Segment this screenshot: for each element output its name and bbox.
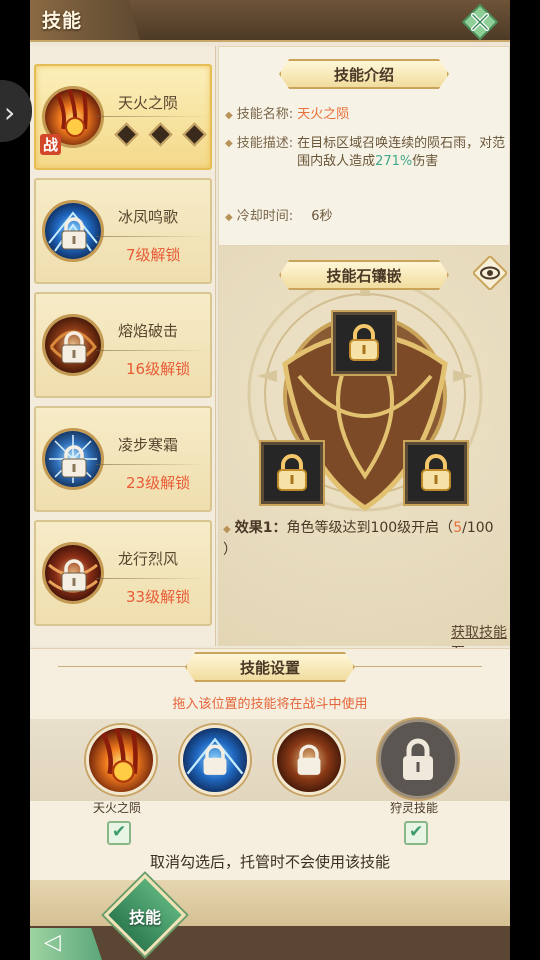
skill-card-tianhuo[interactable]: 战 天火之陨: [34, 64, 212, 170]
divider: [58, 666, 186, 667]
skill-name: 冰凤鸣歌: [118, 208, 179, 226]
back-arrow-icon: ◁: [44, 930, 61, 955]
lock-icon: [349, 324, 379, 361]
page-title: 技能: [42, 10, 83, 32]
skill-name: 龙行烈风: [118, 550, 179, 568]
stone-socket-right[interactable]: [405, 442, 467, 504]
cooldown-row: ◆ 冷却时间: 6秒: [225, 205, 333, 224]
auto-use-checkbox-4[interactable]: ✔: [404, 821, 428, 845]
skill-desc-text: 在目标区域召唤连续的陨石雨，对范围内敌人造成271%伤害: [297, 135, 507, 171]
skill-damage-percent: 271%: [375, 154, 413, 169]
lock-icon: [61, 217, 87, 250]
skill-name-row: ◆ 技能名称: 天火之陨: [225, 103, 349, 122]
skill-stone-panel: 技能石镶嵌 ◆ 效果1：角色等级达到100级开启（5/100 ） 获取技能: [218, 246, 510, 661]
top-bar: 技能: [30, 0, 510, 42]
equipped-slot-1[interactable]: [86, 725, 156, 795]
bullet-diamond-icon: ◆: [225, 110, 233, 121]
lock-icon: [277, 454, 307, 491]
effect-progress: 5: [453, 520, 463, 536]
edge-expand-arrow-button[interactable]: ›: [0, 80, 32, 142]
skill-icon-fire-meteor: [89, 728, 153, 792]
skill-card-bingfeng[interactable]: 冰凤鸣歌 7级解锁: [34, 178, 212, 284]
battle-badge: 战: [40, 134, 62, 155]
skill-name: 天火之陨: [118, 94, 179, 112]
cooldown-label: 冷却时间:: [236, 209, 294, 224]
close-icon[interactable]: [460, 2, 500, 42]
back-button[interactable]: ◁: [30, 928, 102, 960]
skill-icon-flame-strike: [277, 728, 341, 792]
skill-card-lingbu[interactable]: 凌步寒霜 23级解锁: [34, 406, 212, 512]
skill-name-value: 天火之陨: [297, 107, 350, 122]
divider: [96, 464, 208, 465]
bullet-diamond-icon: ◆: [225, 138, 233, 149]
skill-desc-part3: 伤害: [412, 154, 439, 169]
equipped-slot-2[interactable]: [180, 725, 250, 795]
skill-slot-bar: [30, 719, 510, 801]
check-icon: ✔: [112, 822, 127, 842]
nav-skill-label: 技能: [128, 908, 161, 927]
effect-total: /100: [462, 520, 494, 536]
cooldown-value: 6秒: [311, 209, 333, 224]
skill-desc-row: ◆ 技能描述: 在目标区域召唤连续的陨石雨，对范围内敌人造成271%伤害: [225, 135, 507, 171]
unlock-level-text: 7级解锁: [126, 246, 181, 264]
eye-icon[interactable]: [473, 256, 507, 290]
diamond-icon: [114, 122, 139, 147]
lock-icon: [61, 331, 87, 364]
chevron-right-icon: ›: [4, 96, 16, 129]
skill-name-label: 技能名称:: [236, 107, 294, 122]
divider: [96, 116, 208, 117]
effect-close: ）: [223, 542, 237, 558]
lock-icon: [421, 454, 451, 491]
skill-icon-ice-phoenix: [183, 728, 247, 792]
skill-desc-part1: 在目标区域召唤连续的陨石雨: [297, 136, 467, 151]
slot-4-label: 狩灵技能: [390, 801, 439, 815]
lock-icon: [61, 445, 87, 478]
slot-1-label: 天火之陨: [93, 801, 142, 815]
divider: [96, 350, 208, 351]
divider: [96, 578, 208, 579]
skill-settings-title: 技能设置: [185, 652, 355, 682]
skill-desc-label: 技能描述:: [236, 136, 294, 151]
lock-icon: [403, 738, 433, 780]
divider: [96, 236, 208, 237]
effect-label: 效果1：: [234, 520, 287, 536]
skill-intro-title: 技能介绍: [279, 59, 449, 89]
divider: [354, 666, 482, 667]
skill-name: 熔焰破击: [118, 322, 179, 340]
skill-list: 战 天火之陨 冰凤鸣歌 7级解锁 熔焰破击 16级解锁 凌步寒霜 23级解锁 龙…: [30, 46, 216, 646]
skill-intro-panel: 技能介绍 ◆ 技能名称: 天火之陨 ◆ 技能描述: 在目标区域召唤连续的陨石雨，对范…: [218, 46, 510, 246]
skill-stone-title: 技能石镶嵌: [279, 260, 449, 290]
skill-card-rongyan[interactable]: 熔焰破击 16级解锁: [34, 292, 212, 398]
settings-hint: 拖入该位置的技能将在战斗中使用: [172, 697, 368, 712]
diamond-icon: [148, 122, 173, 147]
bottom-nav: ◁ 技能: [30, 873, 510, 960]
unlock-level-text: 16级解锁: [126, 360, 191, 378]
skill-window: 技能 战 天火之陨 冰凤鸣歌 7级解锁 熔焰破击 16级解锁 凌步寒霜 23级解…: [30, 0, 510, 960]
lock-icon: [61, 559, 87, 592]
check-icon: ✔: [409, 822, 424, 842]
stone-socket-top[interactable]: [333, 312, 395, 374]
effect-text: 角色等级达到100级开启（: [286, 520, 454, 536]
diamond-icon: [182, 122, 207, 147]
skill-name: 凌步寒霜: [118, 436, 179, 454]
skill-card-longxing[interactable]: 龙行烈风 33级解锁: [34, 520, 212, 626]
stone-effect-text: ◆ 效果1：角色等级达到100级开启（5/100 ）: [223, 518, 510, 560]
auto-use-checkbox-1[interactable]: ✔: [107, 821, 131, 845]
settings-note: 取消勾选后，托管时不会使用该技能: [149, 853, 390, 871]
skill-settings-panel: 技能设置 拖入该位置的技能将在战斗中使用 天火之陨 狩灵技能 ✔ ✔ 取消勾选后…: [30, 648, 510, 880]
unlock-level-text: 33级解锁: [126, 588, 191, 606]
hunter-spirit-slot[interactable]: [378, 719, 458, 799]
unlock-level-text: 23级解锁: [126, 474, 191, 492]
equipped-slot-3[interactable]: [274, 725, 344, 795]
bullet-diamond-icon: ◆: [225, 212, 233, 223]
nav-strip: [30, 926, 510, 960]
bullet-diamond-icon: ◆: [223, 524, 231, 535]
stone-socket-left[interactable]: [261, 442, 323, 504]
